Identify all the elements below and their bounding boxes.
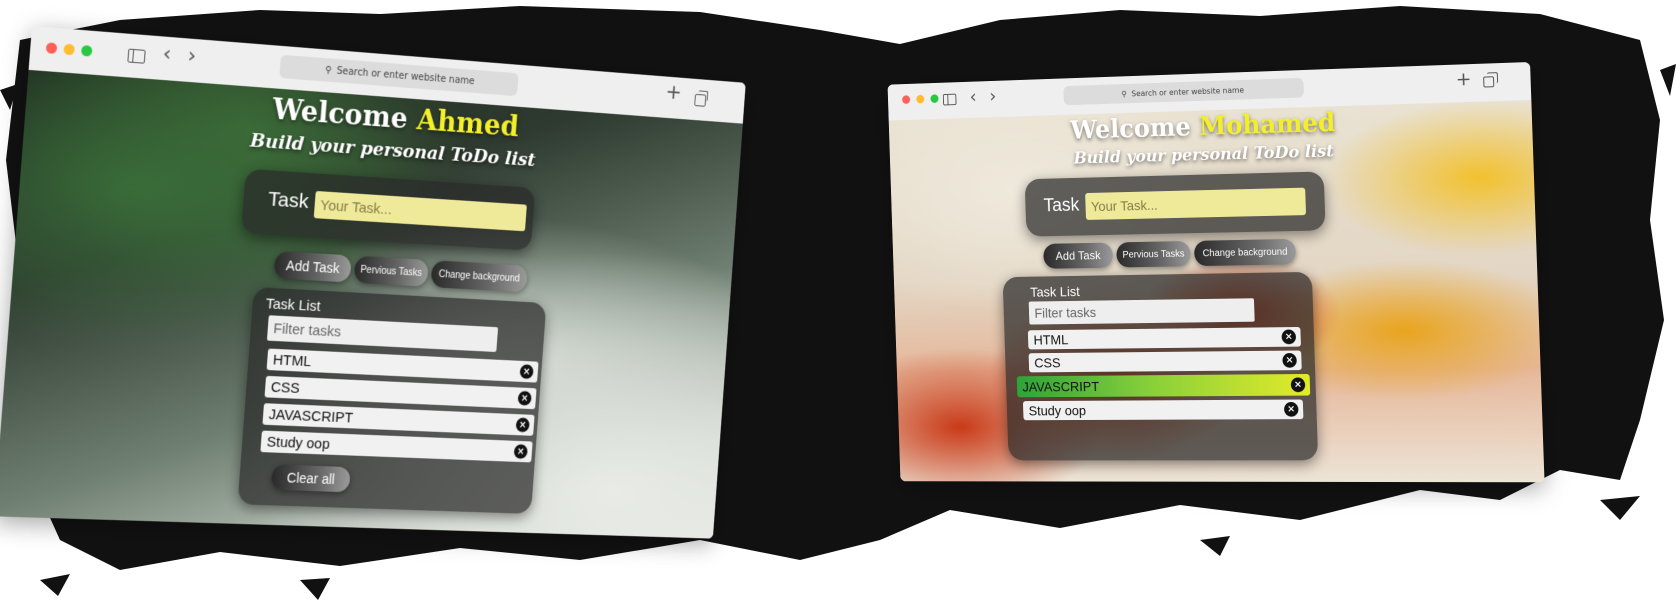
tab-overview-icon[interactable]: [694, 94, 706, 107]
back-icon[interactable]: ‹: [969, 87, 976, 106]
address-bar[interactable]: ⚲ Search or enter website name: [279, 55, 518, 97]
traffic-lights: [902, 94, 939, 104]
task-item-html: HTML ×: [1028, 327, 1301, 349]
previous-tasks-button[interactable]: Pervious Tasks: [1116, 241, 1191, 268]
search-icon: ⚲: [1121, 89, 1127, 98]
task-input[interactable]: [314, 191, 527, 231]
task-item-label: HTML: [1033, 332, 1068, 348]
search-icon: ⚲: [325, 64, 333, 75]
task-list-title: Task List: [265, 296, 321, 315]
task-list-panel: Task List HTML × CSS × JAVASCRIPT × Stud…: [237, 287, 546, 514]
task-item-javascript: JAVASCRIPT ×: [262, 403, 534, 436]
task-label: Task: [267, 188, 309, 214]
task-item-study-oop: Study oop ×: [1023, 400, 1304, 421]
sidebar-toggle-icon[interactable]: [943, 94, 957, 106]
filter-tasks-input[interactable]: [1029, 298, 1255, 324]
task-entry-panel: Task: [1025, 171, 1326, 236]
new-tab-icon[interactable]: +: [665, 83, 682, 103]
previous-tasks-button[interactable]: Pervious Tasks: [354, 256, 429, 287]
clear-all-button[interactable]: Clear all: [271, 464, 351, 492]
task-item-label: JAVASCRIPT: [1022, 379, 1099, 395]
sidebar-toggle-icon[interactable]: [127, 49, 145, 64]
back-icon[interactable]: ‹: [162, 44, 172, 64]
forward-icon[interactable]: ›: [187, 46, 197, 66]
task-item-label: HTML: [272, 351, 311, 369]
add-task-button[interactable]: Add Task: [273, 251, 351, 283]
task-label: Task: [1043, 195, 1079, 217]
traffic-lights: [46, 42, 93, 56]
task-list-panel: Task List HTML × CSS × JAVASCRIPT × Stud…: [1003, 272, 1319, 461]
maximize-window-icon[interactable]: [81, 45, 93, 57]
delete-task-icon[interactable]: ×: [1281, 329, 1296, 344]
add-task-button[interactable]: Add Task: [1043, 243, 1113, 269]
delete-task-icon[interactable]: ×: [514, 444, 528, 459]
new-tab-icon[interactable]: +: [1455, 69, 1471, 89]
delete-task-icon[interactable]: ×: [1282, 353, 1297, 368]
task-item-label: Study oop: [266, 433, 330, 452]
maximize-window-icon[interactable]: [930, 94, 938, 103]
welcome-prefix: Welcome: [1070, 113, 1191, 146]
address-bar-placeholder: Search or enter website name: [336, 65, 475, 86]
task-item-javascript-highlighted: JAVASCRIPT ×: [1017, 374, 1311, 397]
delete-task-icon[interactable]: ×: [519, 364, 533, 379]
delete-task-icon[interactable]: ×: [1291, 377, 1306, 392]
page-viewport: Welcome Mohamed Build your personal ToDo…: [889, 100, 1545, 482]
page-viewport: Welcome Ahmed Build your personal ToDo l…: [0, 70, 743, 539]
task-list-title: Task List: [1030, 284, 1080, 300]
task-item-label: CSS: [1034, 355, 1061, 371]
minimize-window-icon[interactable]: [916, 95, 924, 104]
minimize-window-icon[interactable]: [63, 44, 75, 56]
filter-tasks-input[interactable]: [267, 315, 498, 352]
browser-window-left: ‹ › ⚲ Search or enter website name + Wel…: [0, 26, 746, 539]
delete-task-icon[interactable]: ×: [517, 391, 531, 406]
close-window-icon[interactable]: [46, 42, 58, 54]
change-background-button[interactable]: Change background: [1194, 239, 1296, 266]
delete-task-icon[interactable]: ×: [516, 417, 530, 432]
task-item-label: Study oop: [1028, 403, 1086, 419]
browser-window-right: ‹ › ⚲ Search or enter website name + Wel…: [888, 62, 1545, 482]
task-item-css: CSS ×: [1029, 350, 1302, 372]
task-input[interactable]: [1085, 188, 1306, 220]
address-bar-placeholder: Search or enter website name: [1131, 85, 1244, 98]
change-background-button[interactable]: Change background: [430, 260, 527, 292]
delete-task-icon[interactable]: ×: [1284, 402, 1299, 417]
user-name: Mohamed: [1199, 108, 1336, 141]
task-item-study-oop: Study oop ×: [260, 431, 532, 463]
forward-icon[interactable]: ›: [989, 87, 996, 106]
close-window-icon[interactable]: [902, 95, 910, 104]
address-bar[interactable]: ⚲ Search or enter website name: [1063, 78, 1304, 105]
tab-overview-icon[interactable]: [1483, 76, 1494, 87]
task-item-label: JAVASCRIPT: [268, 406, 353, 426]
task-item-label: CSS: [270, 379, 300, 397]
